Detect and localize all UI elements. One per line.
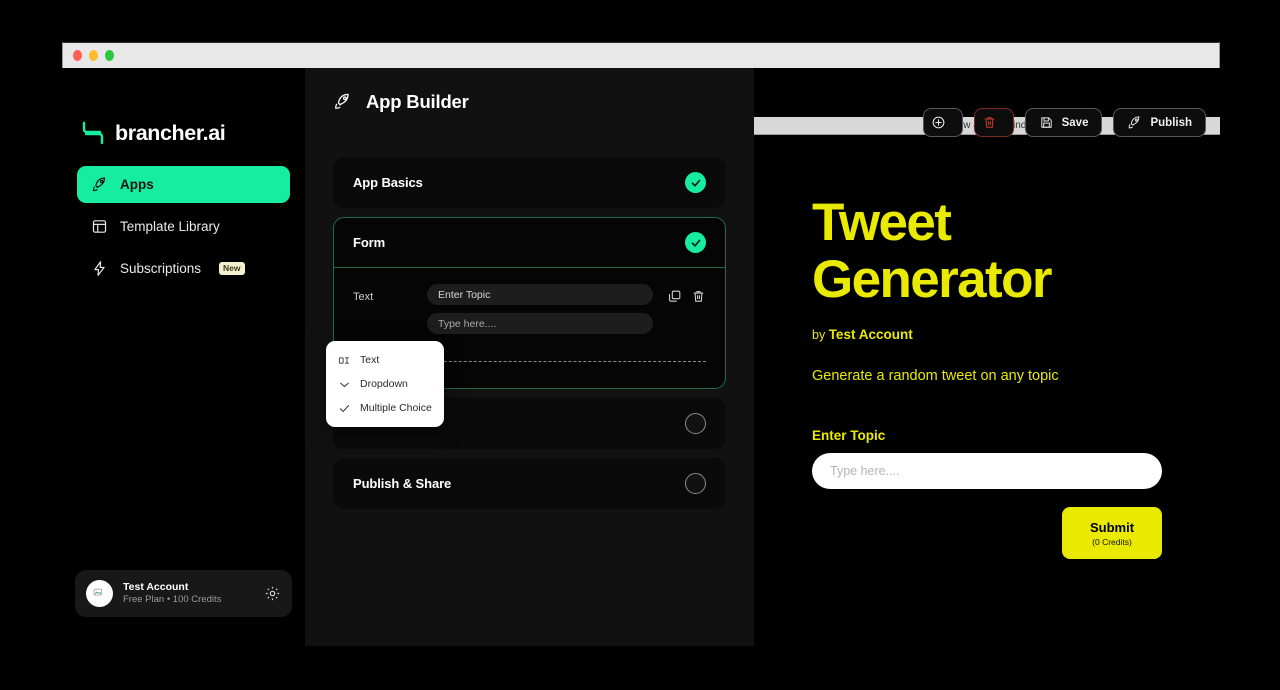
brand-name: brancher.ai <box>115 120 226 145</box>
plus-circle-icon <box>932 116 945 129</box>
add-button[interactable] <box>922 108 963 137</box>
close-window-button[interactable] <box>73 50 82 61</box>
sidebar-nav: Apps Template Library Subscriptions New <box>62 166 305 292</box>
image-placeholder-icon <box>93 588 103 596</box>
account-plan: Free Plan • 100 Credits <box>123 594 222 606</box>
save-button[interactable]: Save <box>1024 108 1103 137</box>
builder-header: App Builder <box>305 68 754 135</box>
status-badge-complete <box>685 172 706 193</box>
account-info: Test Account Free Plan • 100 Credits <box>123 580 254 607</box>
text-input-icon <box>338 356 349 364</box>
preview-author-name: Test Account <box>828 327 913 343</box>
status-badge-incomplete <box>685 413 706 434</box>
field-type-menu[interactable]: Text Dropdown Multiple Choice <box>326 341 444 427</box>
menu-item-label: Text <box>360 354 380 366</box>
preview-title-line-1: Tweet <box>812 193 952 252</box>
section-header[interactable]: Publish & Share <box>334 459 725 508</box>
page-title: App Builder <box>333 91 469 113</box>
sidebar-item-template-library[interactable]: Template Library <box>77 208 290 245</box>
section-title: App Basics <box>353 175 423 190</box>
publish-button-label: Publish <box>1150 116 1192 129</box>
account-card[interactable]: Test Account Free Plan • 100 Credits <box>75 570 292 617</box>
section-header[interactable]: App Basics <box>334 158 725 207</box>
field-actions <box>667 284 706 304</box>
rocket-icon <box>335 93 349 109</box>
menu-item-text[interactable]: Text <box>326 348 444 372</box>
check-icon <box>691 179 700 187</box>
status-badge-incomplete <box>685 473 706 494</box>
builder-body: App Basics Form Text Enter Topic Type he… <box>305 135 754 646</box>
status-badge: New <box>219 262 245 275</box>
submit-button[interactable]: Submit (0 Credits) <box>1062 507 1162 560</box>
preview-by-prefix: by <box>812 328 826 343</box>
preview-title-line-2: Generator <box>812 249 1053 309</box>
gear-icon[interactable] <box>264 585 281 602</box>
rocket-icon <box>1129 116 1140 129</box>
field-name-input[interactable]: Enter Topic <box>427 284 653 305</box>
submit-row: Submit (0 Credits) <box>812 507 1162 560</box>
sidebar-item-label: Template Library <box>120 219 220 234</box>
trash-icon[interactable] <box>691 289 706 304</box>
menu-item-label: Multiple Choice <box>360 402 432 414</box>
account-name: Test Account <box>123 581 189 593</box>
field-placeholder-input[interactable]: Type here.... <box>427 313 653 334</box>
brand-logo[interactable]: brancher.ai <box>62 68 305 160</box>
submit-button-credits: (0 Credits) <box>1092 536 1132 547</box>
menu-item-dropdown[interactable]: Dropdown <box>326 372 444 396</box>
sidebar-item-apps[interactable]: Apps <box>77 166 290 203</box>
brancher-logo-icon <box>82 121 104 145</box>
section-title: Form <box>353 235 386 250</box>
builder-toolbar: Save Publish <box>922 108 1206 137</box>
page-title-text: App Builder <box>366 90 469 112</box>
preview-topic-input[interactable]: Type here.... <box>812 453 1162 490</box>
section-publish-share[interactable]: Publish & Share <box>333 458 726 509</box>
copy-icon[interactable] <box>667 289 682 304</box>
check-icon <box>691 239 700 247</box>
form-field-row: Text Enter Topic Type here.... <box>353 284 706 334</box>
preview-description: Generate a random tweet on any topic <box>812 368 1059 385</box>
preview-panel: Save Publish Preview & Test Window Tweet… <box>754 68 1220 646</box>
sidebar-item-label: Apps <box>120 177 154 192</box>
save-button-label: Save <box>1061 116 1089 129</box>
section-title: Publish & Share <box>353 476 452 491</box>
sidebar: brancher.ai Apps Template Library Subscr… <box>62 68 305 646</box>
chevron-down-icon <box>340 382 349 387</box>
section-header[interactable]: Form <box>334 218 725 267</box>
menu-item-label: Dropdown <box>360 378 408 390</box>
preview-field-label: Enter Topic <box>812 428 886 444</box>
rocket-icon <box>92 177 106 192</box>
avatar <box>86 580 113 607</box>
sidebar-item-label: Subscriptions <box>120 261 202 276</box>
publish-button[interactable]: Publish <box>1113 108 1206 137</box>
section-app-basics[interactable]: App Basics <box>333 157 726 208</box>
field-type-label: Text <box>353 291 374 303</box>
minimize-window-button[interactable] <box>89 50 98 61</box>
app-shell: brancher.ai Apps Template Library Subscr… <box>62 68 1220 646</box>
delete-button[interactable] <box>973 108 1014 137</box>
check-icon <box>339 404 350 412</box>
preview-app-title: Tweet Generator <box>812 193 1162 309</box>
field-inputs: Enter Topic Type here.... <box>427 284 653 334</box>
maximize-window-button[interactable] <box>105 50 114 61</box>
trash-icon <box>984 117 995 128</box>
preview-author: by Test Account <box>812 327 1162 342</box>
preview-content: Tweet Generator by Test Account Generate… <box>754 135 1220 646</box>
bolt-icon <box>94 261 105 276</box>
browser-titlebar <box>62 42 1220 68</box>
builder-panel: App Builder App Basics Form Text Enter T… <box>305 68 754 646</box>
status-badge-complete <box>685 232 706 253</box>
layout-icon <box>92 220 107 233</box>
submit-button-label: Submit <box>1089 519 1135 535</box>
browser-window: brancher.ai Apps Template Library Subscr… <box>62 42 1220 646</box>
menu-item-multiple-choice[interactable]: Multiple Choice <box>326 396 444 420</box>
sidebar-item-subscriptions[interactable]: Subscriptions New <box>77 250 290 287</box>
floppy-icon <box>1040 117 1052 128</box>
